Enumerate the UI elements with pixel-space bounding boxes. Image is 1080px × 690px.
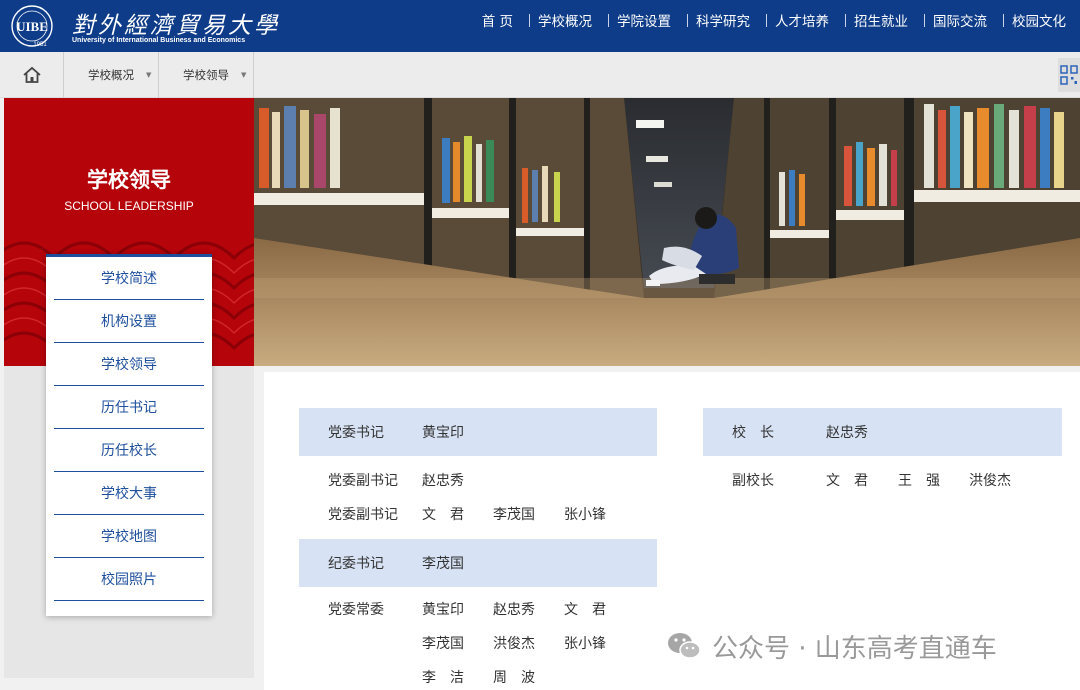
logo-english-name: University of International Business and… [72, 37, 246, 44]
sidebar-item-organization[interactable]: 机构设置 [54, 300, 204, 343]
home-icon [22, 66, 41, 83]
nav-divider [766, 13, 767, 27]
role-label: 副校长 [732, 473, 774, 489]
leader-name[interactable]: 洪俊杰 [493, 633, 535, 653]
discipline-secretary-row: 纪委书记 李茂国 [299, 539, 657, 587]
leader-name[interactable]: 周 波 [493, 667, 535, 687]
role-label: 纪委书记 [328, 556, 384, 572]
nav-research[interactable]: 科学研究 [696, 10, 750, 30]
qr-code-button[interactable] [1058, 58, 1080, 92]
leader-name[interactable]: 赵忠秀 [826, 422, 868, 442]
library-scene-image [254, 98, 1080, 366]
nav-home[interactable]: 首 页 [482, 10, 513, 30]
qr-code-icon [1060, 65, 1078, 85]
nav-divider [529, 13, 530, 27]
section-title: 学校领导 [87, 168, 171, 192]
breadcrumb-label: 学校概况 [88, 68, 134, 82]
leader-name[interactable]: 李茂国 [422, 553, 464, 573]
wechat-icon [668, 633, 701, 659]
standing-committee-row: 李 洁 周 波 [328, 666, 658, 688]
leader-name[interactable]: 黄宝印 [422, 599, 464, 619]
standing-committee-row: 李茂国 洪俊杰 张小锋 [328, 632, 658, 654]
nav-school-overview[interactable]: 学校概况 [538, 10, 592, 30]
leader-name[interactable]: 文 君 [564, 599, 606, 619]
nav-divider [924, 13, 925, 27]
leader-name[interactable]: 李茂国 [493, 504, 535, 524]
sidebar-item-former-presidents[interactable]: 历任校长 [54, 429, 204, 472]
breadcrumb-school-overview[interactable]: 学校概况 ▼ [64, 52, 159, 98]
leader-name[interactable]: 文 君 [826, 470, 868, 490]
party-secretary-row: 党委书记 黄宝印 [299, 408, 657, 456]
nav-international[interactable]: 国际交流 [933, 10, 987, 30]
leader-name[interactable]: 李 洁 [422, 667, 464, 687]
sidebar-item-campus-photos[interactable]: 校园照片 [54, 558, 204, 601]
role-label: 党委书记 [328, 425, 384, 441]
nav-colleges[interactable]: 学院设置 [617, 10, 671, 30]
president-row: 校 长 赵忠秀 [703, 408, 1062, 456]
breadcrumb-school-leadership[interactable]: 学校领导 ▼ [159, 52, 254, 98]
university-emblem-icon: UIBE 1951 [11, 5, 53, 48]
vice-president-row: 副校长 文 君 王 强 洪俊杰 [732, 469, 1062, 491]
role-label: 校 长 [732, 425, 774, 441]
sidebar-menu: 学校简述 机构设置 学校领导 历任书记 历任校长 学校大事 学校地图 校园照片 [46, 254, 212, 616]
nav-divider [1003, 13, 1004, 27]
sidebar-item-school-overview[interactable]: 学校简述 [54, 257, 204, 300]
dropdown-arrow-icon: ▼ [241, 71, 247, 79]
dropdown-arrow-icon: ▼ [146, 71, 152, 79]
nav-divider [845, 13, 846, 27]
leader-name[interactable]: 黄宝印 [422, 422, 464, 442]
nav-divider [608, 13, 609, 27]
breadcrumb-label: 学校领导 [183, 68, 229, 82]
svg-text:1951: 1951 [33, 42, 47, 48]
deputy-secretary-row: 党委副书记 文 君 李茂国 张小锋 [328, 503, 658, 525]
nav-divider [687, 13, 688, 27]
role-label: 党委常委 [328, 602, 384, 618]
nav-education[interactable]: 人才培养 [775, 10, 829, 30]
home-button[interactable] [0, 52, 64, 98]
standing-committee-row: 党委常委 黄宝印 赵忠秀 文 君 [328, 598, 658, 620]
leader-name[interactable]: 赵忠秀 [493, 599, 535, 619]
sidebar-item-campus-map[interactable]: 学校地图 [54, 515, 204, 558]
role-label: 党委副书记 [328, 473, 398, 489]
leader-name[interactable]: 洪俊杰 [969, 470, 1011, 490]
breadcrumb: 学校概况 ▼ 学校领导 ▼ [0, 52, 1080, 98]
leader-name[interactable]: 文 君 [422, 504, 464, 524]
leader-name[interactable]: 张小锋 [564, 633, 606, 653]
svg-text:UIBE: UIBE [16, 19, 48, 34]
sidebar-item-major-events[interactable]: 学校大事 [54, 472, 204, 515]
library-banner-photo [254, 98, 1080, 366]
leader-name[interactable]: 张小锋 [564, 504, 606, 524]
section-subtitle: SCHOOL LEADERSHIP [64, 199, 194, 213]
deputy-secretary-row: 党委副书记 赵忠秀 [328, 469, 658, 491]
sidebar-item-former-secretaries[interactable]: 历任书记 [54, 386, 204, 429]
leader-name[interactable]: 王 强 [898, 470, 940, 490]
nav-admissions[interactable]: 招生就业 [854, 10, 908, 30]
leader-name[interactable]: 赵忠秀 [422, 470, 464, 490]
nav-campus-culture[interactable]: 校园文化 [1012, 10, 1066, 30]
watermark-text: 公众号 · 山东高考直通车 [712, 633, 997, 664]
sidebar-item-school-leadership[interactable]: 学校领导 [54, 343, 204, 386]
top-header: UIBE 1951 對外經濟貿易大學 University of Interna… [0, 0, 1080, 52]
main-nav: 首 页 学校概况 学院设置 科学研究 人才培养 招生就业 国际交流 校园文化 [482, 0, 1066, 40]
wechat-watermark: 公众号 · 山东高考直通车 [664, 626, 997, 666]
logo-chinese-name: 對外經濟貿易大學 [72, 13, 280, 39]
leader-name[interactable]: 李茂国 [422, 633, 464, 653]
role-label: 党委副书记 [328, 507, 398, 523]
university-logo[interactable]: UIBE 1951 對外經濟貿易大學 University of Interna… [6, 4, 277, 48]
